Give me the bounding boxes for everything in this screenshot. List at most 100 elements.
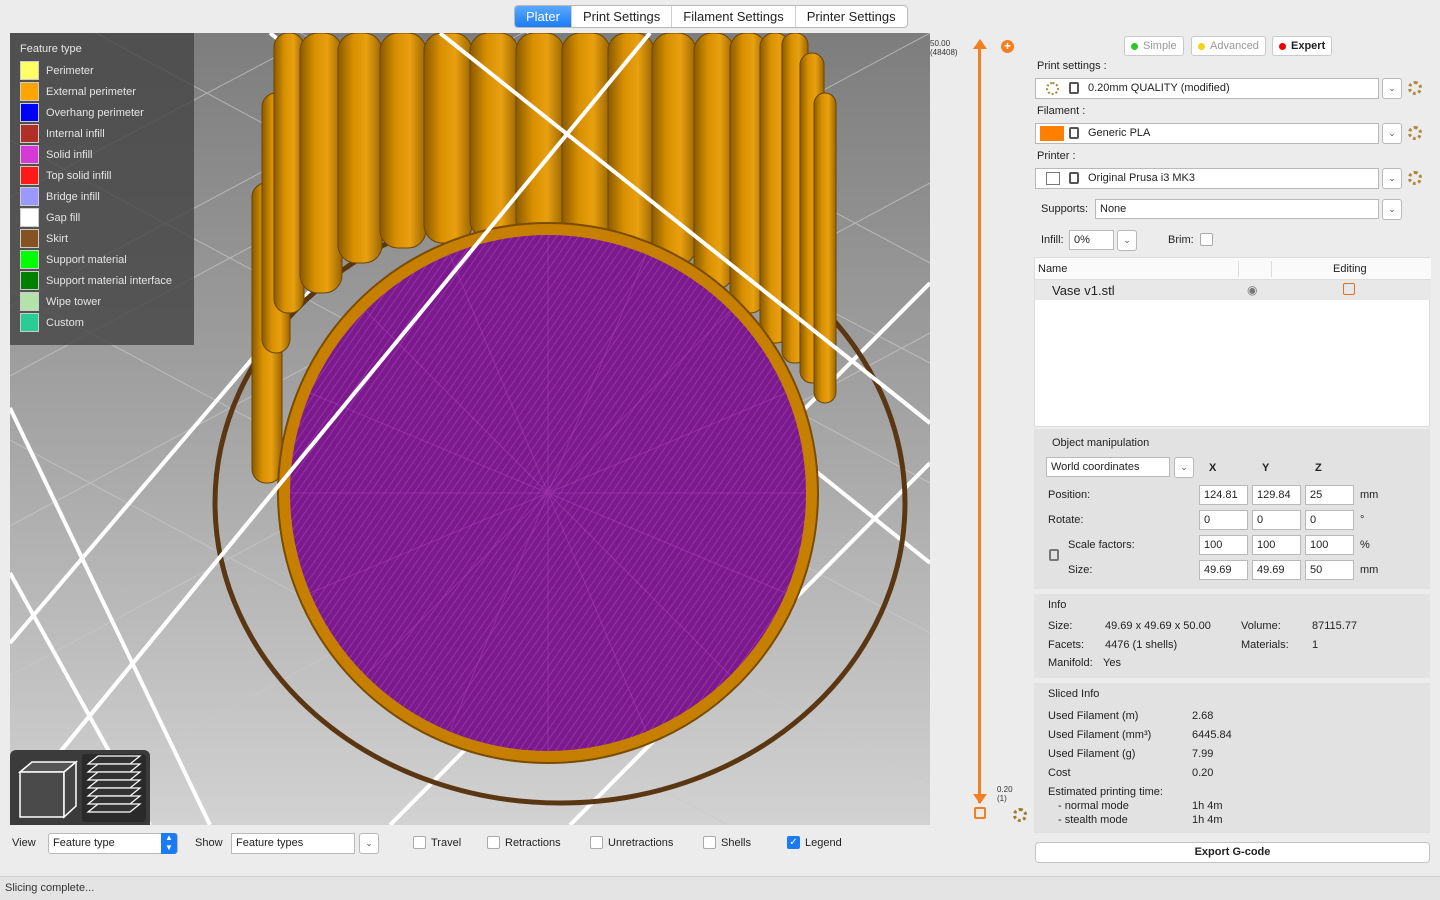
- sliced-value: 6445.84: [1192, 729, 1232, 741]
- show-select[interactable]: Feature types: [231, 833, 355, 854]
- lock-icon: [1069, 172, 1079, 184]
- mode-simple-button[interactable]: Simple: [1124, 36, 1184, 56]
- col-name[interactable]: Name: [1038, 263, 1067, 275]
- manip-label: Size:: [1068, 564, 1093, 576]
- scale-lock-icon[interactable]: [1049, 549, 1059, 561]
- view-toggle-panel: [10, 750, 150, 825]
- info-title: Info: [1048, 599, 1067, 611]
- slider-settings-gear-icon[interactable]: [1013, 808, 1027, 822]
- legend-item: Support material: [20, 249, 184, 270]
- infill-dropdown-chevron-icon[interactable]: ⌄: [1117, 230, 1137, 251]
- checkbox-box[interactable]: ✓: [787, 836, 800, 849]
- legend-item: Bridge infill: [20, 186, 184, 207]
- edit-icon[interactable]: [1343, 283, 1355, 295]
- view-label: View: [12, 837, 36, 849]
- object-row[interactable]: Vase v1.stl ◉: [1035, 280, 1431, 300]
- sliced-value: 2.68: [1192, 710, 1214, 722]
- manip-x-input[interactable]: 100: [1199, 535, 1248, 555]
- checkbox-legend[interactable]: ✓ Legend: [787, 836, 842, 849]
- checkbox-label: Travel: [431, 836, 462, 849]
- manip-z-input[interactable]: 0: [1305, 510, 1354, 530]
- checkbox-box[interactable]: [413, 836, 426, 849]
- lock-icon[interactable]: [974, 807, 986, 819]
- export-gcode-button[interactable]: Export G-code: [1035, 842, 1430, 863]
- mode-expert-button[interactable]: Expert: [1272, 36, 1333, 56]
- axis-z-label: Z: [1315, 462, 1322, 474]
- slider-track[interactable]: [978, 43, 981, 803]
- show-dropdown-chevron-icon[interactable]: ⌄: [359, 833, 379, 854]
- checkbox-retractions[interactable]: Retractions: [487, 836, 561, 849]
- legend-label: Internal infill: [46, 127, 105, 140]
- print-settings-gear-icon[interactable]: [1408, 81, 1422, 95]
- info-size-value: 49.69 x 49.69 x 50.00: [1105, 620, 1211, 632]
- info-volume-value: 87115.77: [1312, 620, 1358, 632]
- printer-value: Original Prusa i3 MK3: [1088, 172, 1195, 184]
- manip-z-input[interactable]: 25: [1305, 485, 1354, 505]
- print-dropdown-chevron-icon[interactable]: ⌄: [1382, 78, 1402, 99]
- coordinates-select[interactable]: World coordinates: [1046, 457, 1170, 477]
- tab-print-settings[interactable]: Print Settings: [572, 6, 673, 27]
- checkbox-unretractions[interactable]: Unretractions: [590, 836, 673, 849]
- col-editing[interactable]: Editing: [1333, 263, 1367, 275]
- slider-bottom-thumb[interactable]: [973, 794, 987, 804]
- legend-item: Overhang perimeter: [20, 102, 184, 123]
- sliced-value: 7.99: [1192, 748, 1214, 760]
- printer-settings-gear-icon[interactable]: [1408, 171, 1422, 185]
- manip-z-input[interactable]: 100: [1305, 535, 1354, 555]
- add-color-change-icon[interactable]: +: [1001, 40, 1014, 53]
- manip-x-input[interactable]: 124.81: [1199, 485, 1248, 505]
- checkbox-box[interactable]: [703, 836, 716, 849]
- print-settings-combo[interactable]: 0.20mm QUALITY (modified): [1035, 78, 1379, 99]
- legend-label: Bridge infill: [46, 190, 100, 203]
- supports-dropdown-chevron-icon[interactable]: ⌄: [1382, 199, 1402, 220]
- eye-icon[interactable]: ◉: [1247, 284, 1257, 296]
- object-list-header: Name Editing: [1035, 258, 1431, 280]
- slider-top-thumb[interactable]: [973, 39, 987, 49]
- sliced-title: Sliced Info: [1048, 688, 1100, 700]
- coordinates-dropdown-chevron-icon[interactable]: ⌄: [1174, 457, 1194, 478]
- tab-plater[interactable]: Plater: [515, 6, 572, 27]
- legend-item: Support material interface: [20, 270, 184, 291]
- layers-view-icon[interactable]: [82, 754, 146, 822]
- legend-swatch: [20, 250, 39, 269]
- manip-y-input[interactable]: 0: [1252, 510, 1301, 530]
- supports-value: None: [1100, 203, 1127, 215]
- checkbox-box[interactable]: [487, 836, 500, 849]
- brim-checkbox[interactable]: [1200, 233, 1213, 246]
- view-select[interactable]: Feature type ▲ ▼: [48, 833, 178, 854]
- info-manifold-label: Manifold:: [1048, 657, 1093, 669]
- tab-printer-settings[interactable]: Printer Settings: [796, 6, 907, 27]
- info-facets-label: Facets:: [1048, 639, 1085, 651]
- manip-z-input[interactable]: 50: [1305, 560, 1354, 580]
- info-materials-value: 1: [1312, 639, 1319, 651]
- manip-x-input[interactable]: 0: [1199, 510, 1248, 530]
- manip-label: Rotate:: [1048, 514, 1084, 526]
- checkbox-label: Unretractions: [608, 836, 674, 849]
- supports-select[interactable]: None: [1095, 199, 1379, 219]
- checkbox-travel[interactable]: Travel: [413, 836, 461, 849]
- checkbox-shells[interactable]: Shells: [703, 836, 751, 849]
- mode-advanced-button[interactable]: Advanced: [1191, 36, 1266, 56]
- checkbox-box[interactable]: [590, 836, 603, 849]
- sliced-label: Used Filament (g): [1048, 748, 1136, 760]
- infill-input[interactable]: 0%: [1069, 230, 1114, 250]
- updown-icon: ▲ ▼: [161, 833, 177, 854]
- manip-y-input[interactable]: 49.69: [1252, 560, 1301, 580]
- legend-item: Gap fill: [20, 207, 184, 228]
- manip-y-input[interactable]: 100: [1252, 535, 1301, 555]
- filament-dropdown-chevron-icon[interactable]: ⌄: [1382, 123, 1402, 144]
- printer-combo[interactable]: Original Prusa i3 MK3: [1035, 168, 1379, 189]
- filament-color-swatch[interactable]: [1040, 126, 1064, 141]
- tab-filament-settings[interactable]: Filament Settings: [672, 6, 796, 27]
- object-manipulation-panel: Object manipulation World coordinates ⌄ …: [1034, 429, 1430, 589]
- info-manifold-value: Yes: [1103, 657, 1121, 669]
- filament-combo[interactable]: Generic PLA: [1035, 123, 1379, 144]
- manip-y-input[interactable]: 129.84: [1252, 485, 1301, 505]
- manip-x-input[interactable]: 49.69: [1199, 560, 1248, 580]
- stealth-mode-label: - stealth mode: [1058, 814, 1128, 826]
- legend-item: Solid infill: [20, 144, 184, 165]
- 3d-view-icon[interactable]: [16, 758, 79, 820]
- slider-bottom-count: (1): [997, 794, 1007, 803]
- filament-settings-gear-icon[interactable]: [1408, 126, 1422, 140]
- printer-dropdown-chevron-icon[interactable]: ⌄: [1382, 168, 1402, 189]
